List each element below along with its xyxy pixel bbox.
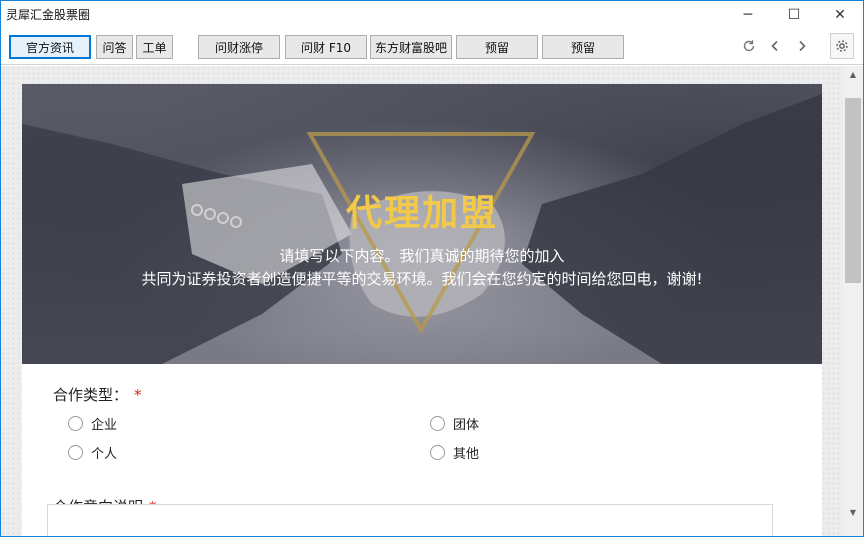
radio-label: 个人 (91, 447, 118, 462)
radio-enterprise[interactable]: 企业 (68, 414, 117, 433)
close-button[interactable]: ✕ (817, 1, 863, 28)
tab-f10[interactable]: 问财 F10 (285, 35, 367, 59)
tab-work-order[interactable]: 工单 (136, 35, 173, 59)
tab-guba[interactable]: 东方财富股吧 (370, 35, 452, 59)
required-mark: * (134, 386, 142, 404)
hero-title: 代理加盟 (345, 193, 498, 234)
minimize-button[interactable]: ─ (725, 1, 771, 28)
refresh-icon[interactable] (738, 35, 760, 57)
tab-official-news[interactable]: 官方资讯 (9, 35, 91, 59)
cooperation-type-label: 合作类型： * (53, 384, 142, 405)
chevron-right-icon[interactable] (791, 35, 813, 57)
radio-circle-icon[interactable] (68, 445, 83, 460)
radio-circle-icon[interactable] (68, 416, 83, 431)
tab-reserved-1[interactable]: 预留 (456, 35, 538, 59)
gear-icon[interactable] (830, 33, 854, 59)
page-content: 代理加盟 请填写以下内容。我们真诚的期待您的加入 共同为证券投资者创造便捷平等的… (1, 66, 843, 536)
radio-label: 企业 (91, 418, 118, 433)
vertical-scrollbar[interactable]: ▲ ▼ (843, 66, 863, 536)
radio-circle-icon[interactable] (430, 445, 445, 460)
scroll-down-icon[interactable]: ▼ (843, 504, 863, 521)
radio-circle-icon[interactable] (430, 416, 445, 431)
tab-qa[interactable]: 问答 (96, 35, 133, 59)
hero-subtitle-line-2: 共同为证券投资者创造便捷平等的交易环境。我们会在您约定的时间给您回电，谢谢! (141, 270, 703, 288)
scrollbar-thumb[interactable] (845, 98, 861, 283)
app-window: 灵犀汇金股票圈 ─ ☐ ✕ 官方资讯 问答 工单 问财涨停 问财 F10 东方财… (0, 0, 864, 537)
title-bar: 灵犀汇金股票圈 ─ ☐ ✕ (1, 1, 863, 28)
radio-group[interactable]: 团体 (430, 414, 479, 433)
tab-limit-up[interactable]: 问财涨停 (198, 35, 280, 59)
cooperation-type-text: 合作类型： (53, 386, 129, 404)
hero-banner: 代理加盟 请填写以下内容。我们真诚的期待您的加入 共同为证券投资者创造便捷平等的… (22, 84, 822, 364)
intent-textarea[interactable] (47, 504, 773, 536)
maximize-button[interactable]: ☐ (771, 1, 817, 28)
chevron-left-icon[interactable] (764, 35, 786, 57)
radio-other[interactable]: 其他 (430, 443, 479, 462)
radio-label: 其他 (453, 447, 480, 462)
radio-individual[interactable]: 个人 (68, 443, 117, 462)
form-card: 代理加盟 请填写以下内容。我们真诚的期待您的加入 共同为证券投资者创造便捷平等的… (22, 84, 822, 536)
hero-subtitle-line-1: 请填写以下内容。我们真诚的期待您的加入 (279, 247, 565, 265)
toolbar: 官方资讯 问答 工单 问财涨停 问财 F10 东方财富股吧 预留 预留 (1, 28, 863, 65)
tab-reserved-2[interactable]: 预留 (542, 35, 624, 59)
radio-label: 团体 (453, 418, 480, 433)
scroll-up-icon[interactable]: ▲ (843, 66, 863, 83)
window-title: 灵犀汇金股票圈 (6, 8, 91, 22)
